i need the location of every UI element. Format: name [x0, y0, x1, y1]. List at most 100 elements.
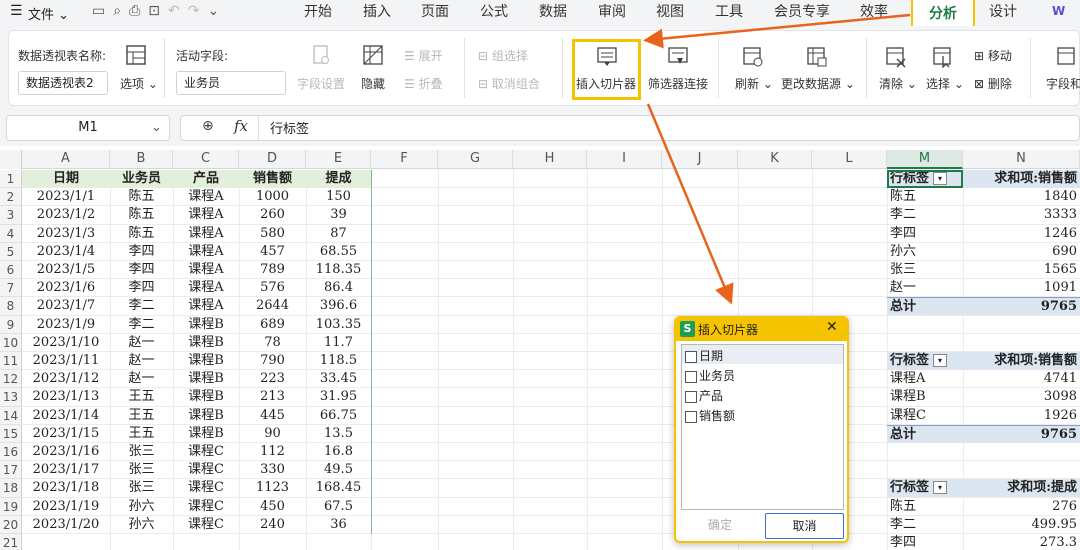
- tab-home[interactable]: 开始: [296, 0, 340, 26]
- table-cell[interactable]: 2023/1/19: [22, 498, 110, 516]
- pivot-value[interactable]: 1565: [963, 261, 1080, 279]
- account-icon[interactable]: W: [1052, 4, 1065, 18]
- pivot-value-header[interactable]: 求和项:销售额: [963, 352, 1080, 370]
- hamburger-icon[interactable]: ☰: [10, 3, 23, 19]
- hide-button[interactable]: 隐藏: [361, 75, 385, 92]
- table-cell[interactable]: 2023/1/6: [22, 279, 110, 297]
- column-header-j[interactable]: J: [662, 150, 738, 169]
- table-cell[interactable]: 90: [239, 425, 306, 443]
- table-cell[interactable]: 13.5: [306, 425, 371, 443]
- table-cell[interactable]: 112: [239, 443, 306, 461]
- table-cell[interactable]: 李四: [110, 279, 173, 297]
- pivot-value[interactable]: 690: [963, 243, 1080, 261]
- table-cell[interactable]: 孙六: [110, 516, 173, 534]
- row-header-19[interactable]: 19: [0, 497, 22, 516]
- table-cell[interactable]: 2023/1/10: [22, 334, 110, 352]
- table-cell[interactable]: 87: [306, 225, 371, 243]
- field-settings-button[interactable]: 字段设置: [297, 75, 345, 92]
- row-header-8[interactable]: 8: [0, 297, 22, 316]
- row-header-11[interactable]: 11: [0, 352, 22, 371]
- tab-tools[interactable]: 工具: [707, 0, 751, 26]
- table-cell[interactable]: 1000: [239, 188, 306, 206]
- table-cell[interactable]: 789: [239, 261, 306, 279]
- pivot-row-label-header[interactable]: 行标签 ▾: [887, 352, 963, 370]
- table-cell[interactable]: 课程A: [173, 225, 239, 243]
- name-box[interactable]: M1 ⌄: [6, 115, 170, 141]
- table-cell[interactable]: 孙六: [110, 498, 173, 516]
- close-icon[interactable]: ✕: [826, 319, 838, 335]
- table-cell[interactable]: 213: [239, 388, 306, 406]
- select-all-corner[interactable]: [0, 150, 22, 169]
- collapse-button[interactable]: ☰ 折叠: [404, 75, 443, 92]
- pivot-row-label[interactable]: 陈五: [887, 498, 963, 516]
- tab-page[interactable]: 页面: [413, 0, 457, 26]
- table-cell[interactable]: 2023/1/3: [22, 225, 110, 243]
- file-menu[interactable]: 文件 ⌄: [28, 4, 69, 23]
- table-cell[interactable]: 课程B: [173, 425, 239, 443]
- column-header-l[interactable]: L: [812, 150, 887, 169]
- table-cell[interactable]: 445: [239, 407, 306, 425]
- table-cell[interactable]: 2023/1/7: [22, 297, 110, 315]
- table-cell[interactable]: 课程A: [173, 188, 239, 206]
- table-cell[interactable]: 2023/1/4: [22, 243, 110, 261]
- checkbox-icon[interactable]: [685, 390, 697, 403]
- table-cell[interactable]: 2023/1/2: [22, 206, 110, 224]
- table-header-cell[interactable]: 销售额: [239, 170, 306, 188]
- table-cell[interactable]: 33.45: [306, 370, 371, 388]
- column-header-h[interactable]: H: [513, 150, 587, 169]
- column-header-a[interactable]: A: [22, 150, 110, 169]
- checkbox-icon[interactable]: [685, 370, 697, 383]
- clear-button[interactable]: 清除 ⌄: [879, 75, 917, 92]
- change-source-button[interactable]: 更改数据源 ⌄: [781, 75, 855, 92]
- group-selection-button[interactable]: ⊟ 组选择: [478, 47, 528, 64]
- dropdown-filter-icon[interactable]: ▾: [933, 481, 948, 495]
- tab-data[interactable]: 数据: [531, 0, 575, 26]
- table-cell[interactable]: 课程B: [173, 334, 239, 352]
- table-cell[interactable]: 103.35: [306, 316, 371, 334]
- table-cell[interactable]: 49.5: [306, 461, 371, 479]
- chevron-down-icon[interactable]: ⌄: [151, 116, 162, 140]
- fx-icon[interactable]: fx: [234, 117, 248, 135]
- column-header-k[interactable]: K: [738, 150, 812, 169]
- table-cell[interactable]: 396.6: [306, 297, 371, 315]
- table-cell[interactable]: 赵一: [110, 370, 173, 388]
- tab-efficiency[interactable]: 效率: [852, 0, 896, 26]
- formula-input-box[interactable]: [180, 115, 1080, 141]
- table-cell[interactable]: 86.4: [306, 279, 371, 297]
- row-header-21[interactable]: 21: [0, 534, 22, 550]
- table-cell[interactable]: 2023/1/9: [22, 316, 110, 334]
- table-cell[interactable]: 张三: [110, 443, 173, 461]
- options-icon[interactable]: [124, 44, 150, 66]
- row-header-12[interactable]: 12: [0, 370, 22, 389]
- ungroup-button[interactable]: ⊟ 取消组合: [478, 75, 540, 92]
- row-header-2[interactable]: 2: [0, 188, 22, 207]
- table-cell[interactable]: 2023/1/14: [22, 407, 110, 425]
- table-cell[interactable]: 课程C: [173, 443, 239, 461]
- column-header-m[interactable]: M: [887, 150, 963, 169]
- pivot-value[interactable]: 1926: [963, 407, 1080, 425]
- delete-button[interactable]: ⊠ 删除: [974, 75, 1012, 92]
- table-cell[interactable]: 576: [239, 279, 306, 297]
- save-icon[interactable]: ▭: [92, 3, 113, 19]
- table-cell[interactable]: 课程C: [173, 479, 239, 497]
- table-cell[interactable]: 1123: [239, 479, 306, 497]
- row-header-1[interactable]: 1: [0, 170, 22, 189]
- table-cell[interactable]: 240: [239, 516, 306, 534]
- pivot-row-label[interactable]: 赵一: [887, 279, 963, 297]
- table-cell[interactable]: 课程A: [173, 206, 239, 224]
- table-cell[interactable]: 李四: [110, 243, 173, 261]
- table-cell[interactable]: 16.8: [306, 443, 371, 461]
- table-cell[interactable]: 223: [239, 370, 306, 388]
- cancel-button[interactable]: 取消: [765, 513, 844, 539]
- table-cell[interactable]: 168.45: [306, 479, 371, 497]
- table-cell[interactable]: 2644: [239, 297, 306, 315]
- pivot-value[interactable]: 3333: [963, 206, 1080, 224]
- pivot-total-value[interactable]: 9765: [963, 297, 1080, 316]
- pivot-value[interactable]: 1091: [963, 279, 1080, 297]
- table-cell[interactable]: 150: [306, 188, 371, 206]
- column-header-d[interactable]: D: [239, 150, 306, 169]
- table-cell[interactable]: 118.35: [306, 261, 371, 279]
- table-cell[interactable]: 课程B: [173, 316, 239, 334]
- checkbox-icon[interactable]: [685, 410, 697, 423]
- row-header-4[interactable]: 4: [0, 224, 22, 243]
